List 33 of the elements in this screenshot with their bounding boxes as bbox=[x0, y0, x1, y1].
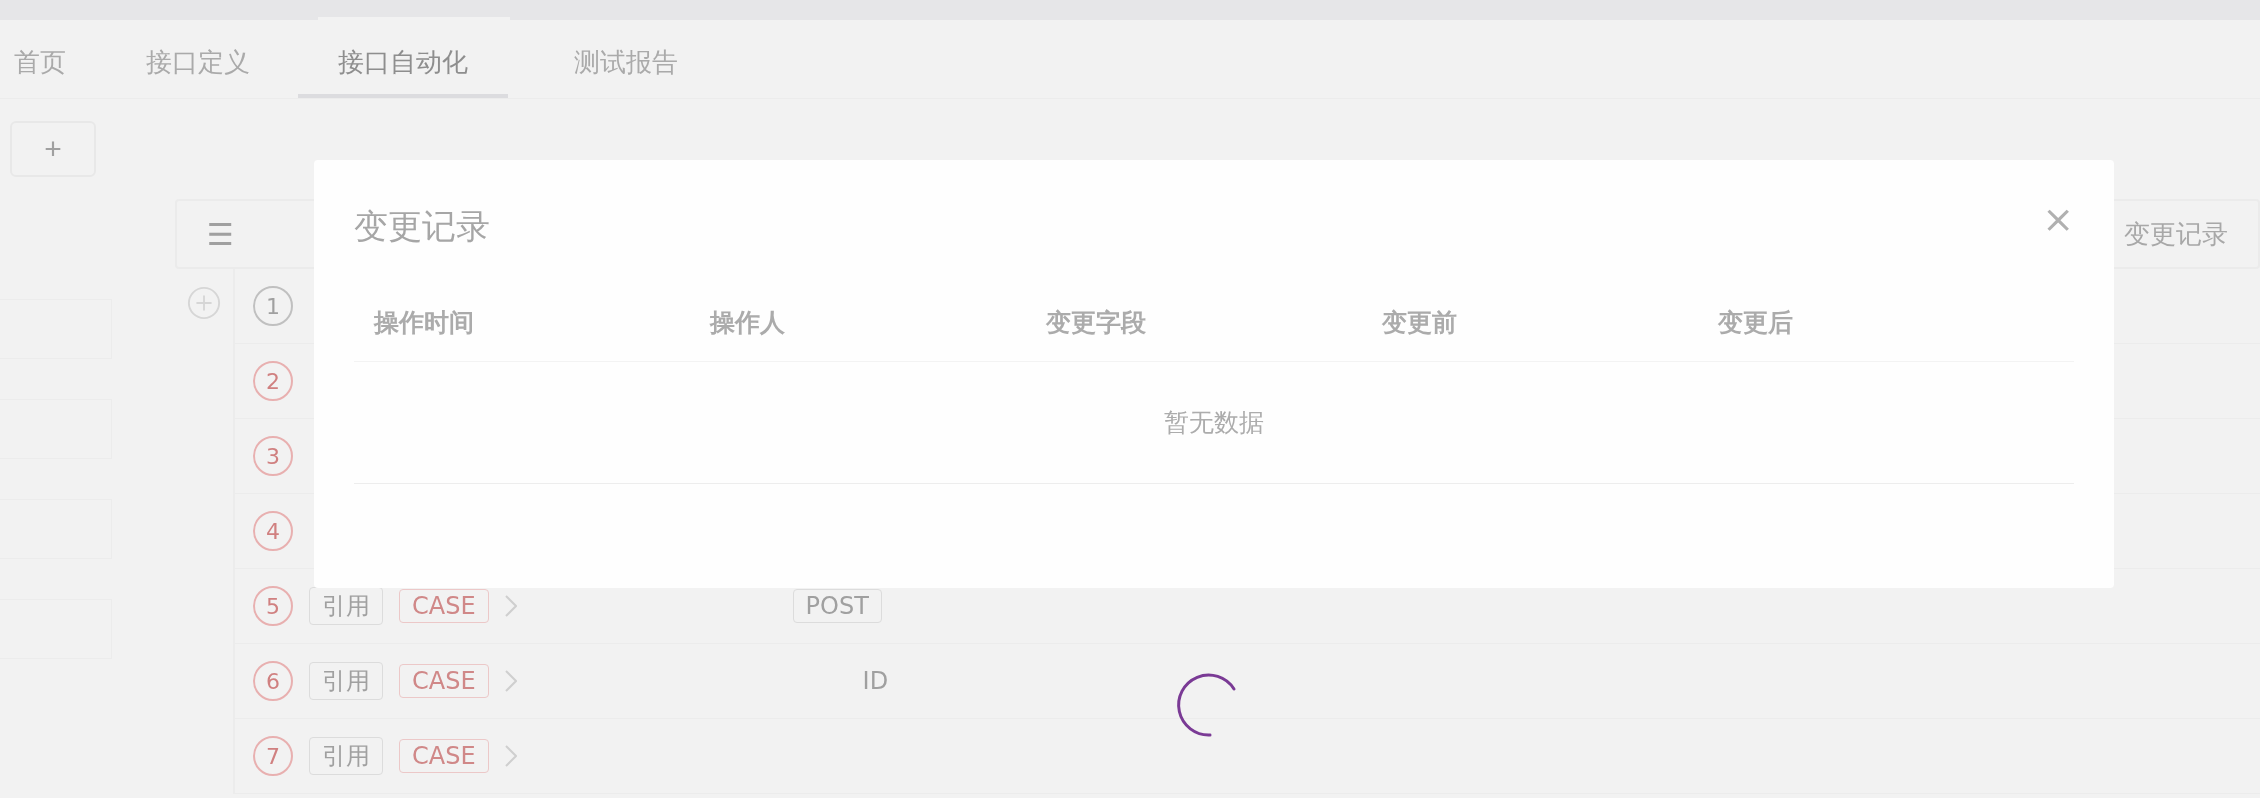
step-tag: 引用 bbox=[309, 662, 383, 700]
column-header: 变更前 bbox=[1382, 307, 1458, 339]
menu-icon[interactable]: ☰ bbox=[207, 216, 234, 252]
add-step-icon[interactable] bbox=[187, 286, 221, 320]
step-tag: 引用 bbox=[309, 737, 383, 775]
column-header: 操作人 bbox=[710, 307, 786, 339]
type-tag: CASE bbox=[399, 664, 489, 698]
step-number: 4 bbox=[253, 511, 293, 551]
step-number: 5 bbox=[253, 586, 293, 626]
column-header: 变更字段 bbox=[1046, 307, 1147, 339]
change-log-link[interactable]: 变更记录 bbox=[2124, 216, 2228, 252]
close-icon[interactable]: × bbox=[2042, 200, 2074, 238]
nav-tab[interactable]: 接口自动化 bbox=[298, 20, 508, 98]
step-number: 7 bbox=[253, 736, 293, 776]
chevron-icon[interactable] bbox=[504, 745, 517, 767]
step-id: ID bbox=[862, 667, 889, 695]
column-header: 变更后 bbox=[1718, 307, 1794, 339]
step-number: 3 bbox=[253, 436, 293, 476]
method-tag: POST bbox=[792, 589, 882, 623]
type-tag: CASE bbox=[399, 739, 489, 773]
step-number: 2 bbox=[253, 361, 293, 401]
column-header: 操作时间 bbox=[374, 307, 475, 339]
dialog-title: 变更记录 bbox=[354, 205, 490, 248]
nav-tab[interactable]: 首页 bbox=[0, 20, 80, 98]
step-number: 6 bbox=[253, 661, 293, 701]
chevron-icon[interactable] bbox=[504, 595, 517, 617]
step-number: 1 bbox=[253, 286, 293, 326]
empty-text: 暂无数据 bbox=[1164, 407, 1264, 439]
add-button[interactable]: + bbox=[10, 121, 96, 177]
type-tag: CASE bbox=[399, 589, 489, 623]
nav-tab[interactable]: 接口定义 bbox=[132, 20, 264, 98]
nav-tab[interactable]: 测试报告 bbox=[560, 20, 692, 98]
chevron-icon[interactable] bbox=[504, 670, 517, 692]
